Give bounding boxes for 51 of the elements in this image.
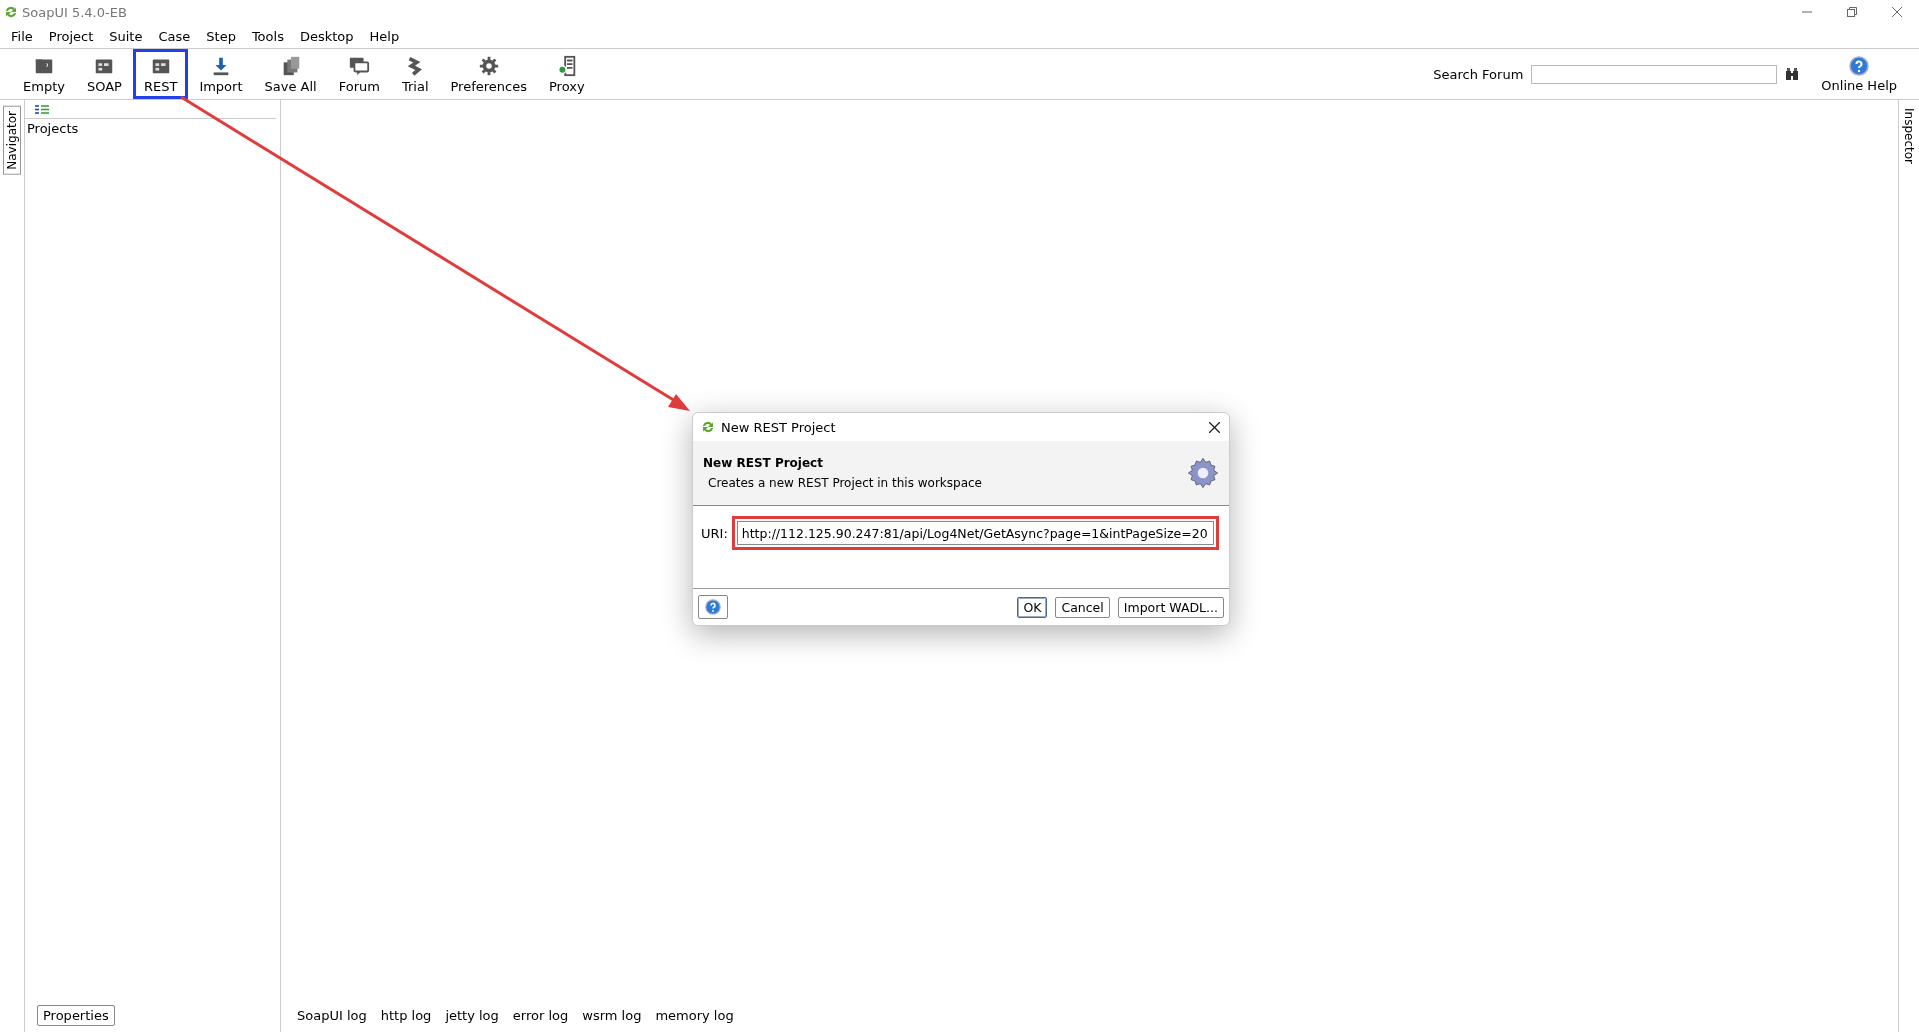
search-label: Search Forum <box>1433 66 1524 82</box>
log-tab[interactable]: memory log <box>655 1007 734 1023</box>
binoculars-icon <box>1785 68 1800 80</box>
help-icon <box>1849 55 1870 76</box>
log-tab[interactable]: SoapUI log <box>297 1007 367 1023</box>
toolbar-icon <box>477 54 500 77</box>
menu-item[interactable]: File <box>4 26 40 46</box>
toolbar-button[interactable]: Empty <box>12 49 76 99</box>
inspector-tab[interactable]: Inspector <box>1902 108 1916 164</box>
close-icon <box>1891 7 1902 17</box>
menu-item[interactable]: Help <box>362 26 407 46</box>
gear-icon <box>1187 457 1219 489</box>
tree-item[interactable]: Projects <box>27 121 79 136</box>
dialog-title: New REST Project <box>721 419 836 435</box>
menu-item[interactable]: Tools <box>244 26 291 46</box>
menu-item[interactable]: Step <box>199 26 243 46</box>
uri-field[interactable]: http://112.125.90.247:81/api/Log4Net/GetAsync?page=1&intPageSize=20 <box>736 521 1214 545</box>
close-icon <box>1208 421 1220 433</box>
menu-item[interactable]: Suite <box>102 26 150 46</box>
navigator-tab[interactable]: Navigator <box>3 106 21 175</box>
app-logo-icon <box>701 420 715 434</box>
log-tab[interactable]: http log <box>380 1007 432 1023</box>
toolbar-button[interactable]: Preferences <box>439 49 538 99</box>
toolbar-button[interactable]: Trial <box>390 49 440 99</box>
toolbar-button[interactable]: Save All <box>253 49 328 99</box>
dialog-description: Creates a new REST Project in this workspace <box>707 476 982 490</box>
toolbar-button[interactable]: Forum <box>327 49 391 99</box>
log-tab[interactable]: error log <box>512 1007 569 1023</box>
toolbar-button[interactable]: Proxy <box>537 49 596 99</box>
app-logo-icon <box>4 5 18 19</box>
window-title: SoapUI 5.4.0-EB <box>22 4 127 20</box>
menu-item[interactable]: Project <box>41 26 101 46</box>
toolbar-button[interactable]: Import <box>188 49 254 99</box>
dialog-button[interactable]: Cancel <box>1055 596 1110 618</box>
list-view-icon <box>35 104 49 114</box>
dialog-button[interactable]: Import WADL... <box>1117 596 1224 618</box>
toolbar-button[interactable]: REST <box>132 49 189 99</box>
menu-item[interactable]: Desktop <box>292 26 361 46</box>
restore-icon <box>1846 7 1857 17</box>
help-button[interactable] <box>698 595 728 619</box>
dialog-button[interactable]: OK <box>1017 596 1048 618</box>
menu-item[interactable]: Case <box>151 26 198 46</box>
search-field[interactable] <box>1531 64 1778 84</box>
online-help-button[interactable]: Online Help <box>1821 49 1919 99</box>
dialog-heading: New REST Project <box>703 456 824 470</box>
uri-label: URI: <box>701 525 728 541</box>
toolbar-button[interactable]: SOAP <box>75 49 133 99</box>
log-tab[interactable]: wsrm log <box>582 1007 642 1023</box>
log-tab[interactable]: jetty log <box>445 1007 499 1023</box>
help-icon <box>705 598 721 616</box>
properties-button[interactable]: Properties <box>37 1004 115 1026</box>
